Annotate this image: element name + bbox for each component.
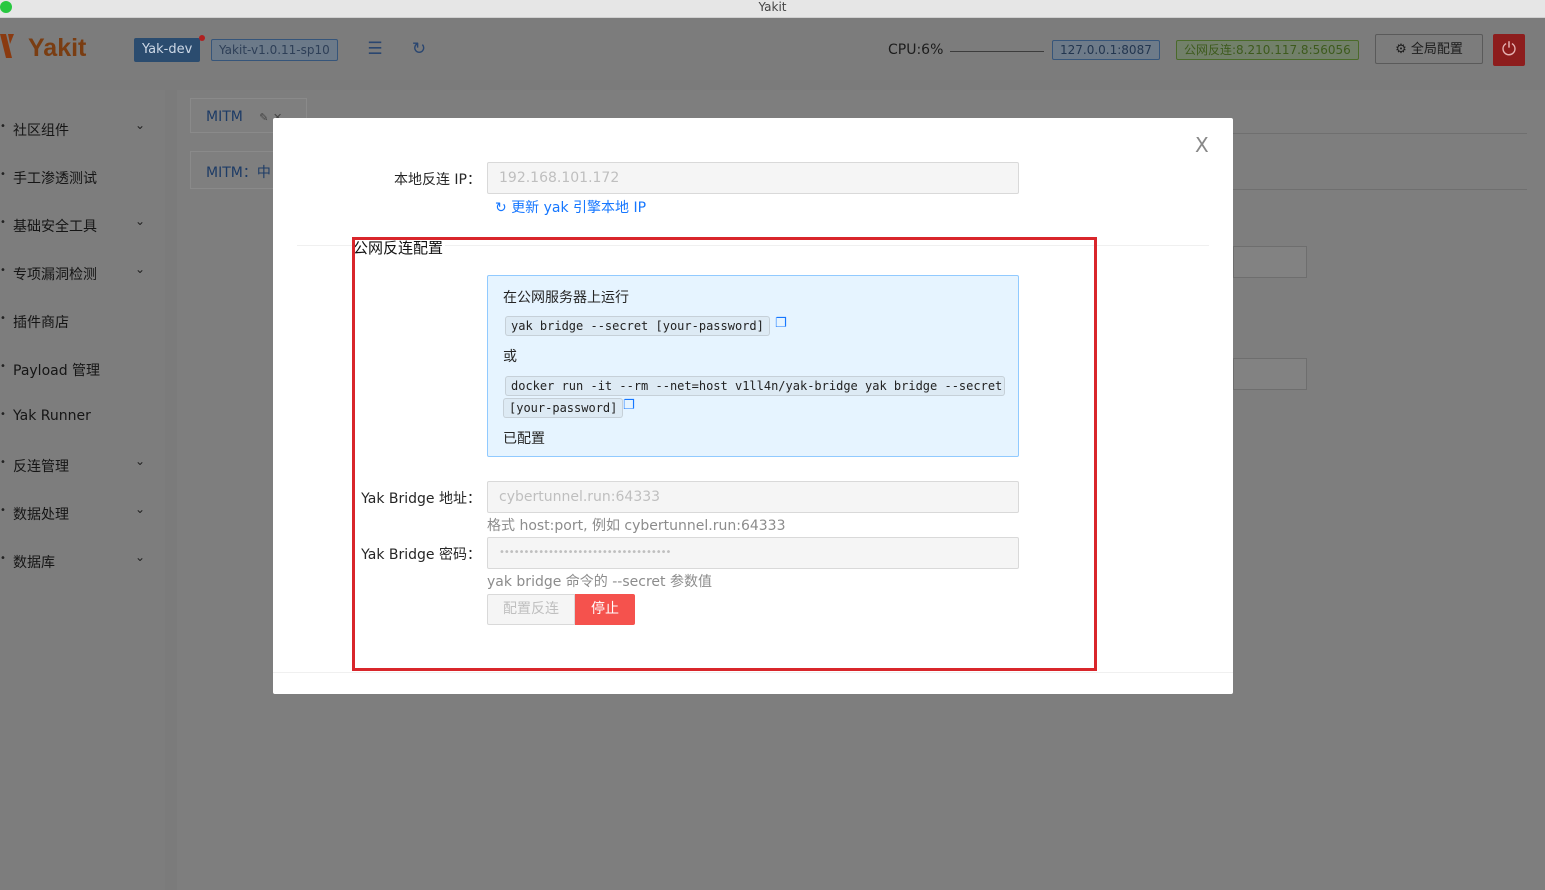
sidebar-bullet-icon: • [0, 505, 6, 516]
sidebar-bullet-icon: • [0, 121, 6, 132]
window-titlebar: Yakit [0, 0, 1545, 18]
reverse-config-modal: X 本地反连 IP： 192.168.101.172 ↻ 更新 yak 引擎本地… [273, 118, 1233, 694]
bridge-pwd-label: Yak Bridge 密码： [361, 547, 481, 563]
chevron-down-icon: ⌄ [135, 502, 146, 516]
sidebar-item-label: 插件商店 [13, 315, 69, 331]
tab-label: MITM：中 [206, 165, 271, 181]
sidebar-item-plugin-store[interactable]: • 插件商店 [0, 298, 160, 346]
sidebar-bullet-icon: • [0, 265, 6, 276]
refresh-ip-link[interactable]: ↻ 更新 yak 引擎本地 IP [495, 197, 646, 217]
window-title: Yakit [758, 0, 787, 14]
sidebar-item-manual-pentest[interactable]: • 手工渗透测试 [0, 154, 160, 202]
refresh-ip-label: 更新 yak 引擎本地 IP [511, 200, 647, 216]
command-code-2: docker run -it --rm --net=host v1ll4n/ya… [505, 376, 1005, 396]
sidebar-item-basic-tools[interactable]: • 基础安全工具 ⌄ [0, 202, 160, 250]
version-tag[interactable]: Yakit-v1.0.11-sp10 [211, 39, 338, 61]
edit-icon[interactable]: ✎ [259, 111, 268, 124]
info-title: 在公网服务器上运行 [503, 290, 629, 306]
bridge-addr-label: Yak Bridge 地址： [361, 491, 481, 507]
bridge-addr-input[interactable]: cybertunnel.run:64333 [487, 481, 1019, 513]
sidebar-item-payload[interactable]: • Payload 管理 [0, 346, 160, 394]
modal-footer-divider [273, 672, 1233, 673]
config-status: 已配置 [503, 431, 545, 447]
background-input [1233, 358, 1307, 390]
sidebar-bullet-icon: • [0, 169, 6, 180]
background-divider [1233, 133, 1527, 134]
command-code-2-cont: [your-password] [503, 398, 624, 418]
yakit-logo-icon [0, 34, 14, 58]
local-address-tag[interactable]: 127.0.0.1:8087 [1052, 40, 1160, 60]
menu-fold-icon[interactable]: ☰ [366, 40, 384, 58]
sidebar-item-reverse[interactable]: • 反连管理 ⌄ [0, 442, 160, 490]
bridge-pwd-help: yak bridge 命令的 --secret 参数值 [487, 574, 712, 590]
configure-reverse-button[interactable]: 配置反连 [487, 594, 575, 625]
reload-icon: ↻ [495, 200, 507, 216]
sidebar-bullet-icon: • [0, 361, 6, 372]
sidebar-item-vuln-detect[interactable]: • 专项漏洞检测 ⌄ [0, 250, 160, 298]
reload-icon[interactable]: ↻ [410, 40, 428, 58]
bridge-addr-help: 格式 host:port, 例如 cybertunnel.run:64333 [487, 518, 786, 534]
sidebar-item-label: Payload 管理 [13, 363, 101, 379]
copy-icon[interactable]: ❐ [775, 316, 787, 331]
sidebar-item-label: Yak Runner [13, 408, 91, 424]
command-code-1: yak bridge --secret [your-password] [505, 316, 770, 336]
sidebar-item-yak-runner[interactable]: • Yak Runner [0, 394, 160, 442]
chevron-down-icon: ⌄ [135, 118, 146, 132]
sidebar-bullet-icon: • [0, 313, 6, 324]
app-logo-text: Yakit [28, 34, 87, 62]
sidebar-item-data-processing[interactable]: • 数据处理 ⌄ [0, 490, 160, 538]
sidebar-bullet-icon: • [0, 553, 6, 564]
sidebar-bullet-icon: • [0, 409, 6, 420]
chevron-down-icon: ⌄ [135, 214, 146, 228]
sidebar-item-label: 数据处理 [13, 507, 69, 523]
section-title: 公网反连配置 [353, 237, 446, 258]
chevron-down-icon: ⌄ [135, 454, 146, 468]
stop-button[interactable]: 停止 [575, 594, 635, 625]
copy-icon[interactable]: ❐ [623, 398, 635, 413]
tab-label: MITM [206, 109, 243, 125]
sidebar-item-label: 反连管理 [13, 459, 69, 475]
engine-status-dot [199, 35, 205, 41]
info-or: 或 [503, 349, 517, 365]
local-ip-label: 本地反连 IP： [393, 172, 481, 188]
cpu-sparkline [950, 51, 1044, 52]
sidebar-item-label: 数据库 [13, 555, 55, 571]
engine-tag[interactable]: Yak-dev [134, 38, 201, 62]
bridge-pwd-input[interactable]: ••••••••••••••••••••••••••••••••••• [487, 537, 1019, 569]
cpu-usage: CPU:6% [888, 42, 944, 58]
sidebar-item-database[interactable]: • 数据库 ⌄ [0, 538, 160, 586]
sidebar-bullet-icon: • [0, 457, 6, 468]
sidebar-bullet-icon: • [0, 217, 6, 228]
public-reverse-tag[interactable]: 公网反连:8.210.117.8:56056 [1176, 40, 1359, 60]
sidebar-item-community[interactable]: • 社区组件 ⌄ [0, 106, 160, 154]
sidebar-item-label: 基础安全工具 [13, 219, 97, 235]
power-icon: ⏻ [1501, 39, 1517, 60]
background-divider [1233, 189, 1527, 190]
background-input [1233, 246, 1307, 278]
global-config-label: 全局配置 [1410, 42, 1463, 57]
sidebar-item-label: 社区组件 [13, 123, 69, 139]
sidebar-item-label: 手工渗透测试 [13, 171, 97, 187]
global-config-button[interactable]: ⚙ 全局配置 [1375, 34, 1483, 64]
local-ip-input[interactable]: 192.168.101.172 [487, 162, 1019, 194]
tab-mitm-sub[interactable]: MITM：中 [190, 151, 280, 189]
chevron-down-icon: ⌄ [135, 550, 146, 564]
modal-close-button[interactable]: X [1195, 134, 1209, 156]
chevron-down-icon: ⌄ [135, 262, 146, 276]
window-zoom-button[interactable] [0, 1, 12, 13]
bridge-info-alert: 在公网服务器上运行 yak bridge --secret [your-pass… [487, 275, 1019, 457]
gear-icon: ⚙ [1395, 42, 1407, 57]
sidebar-item-label: 专项漏洞检测 [13, 267, 97, 283]
power-button[interactable]: ⏻ [1493, 34, 1525, 66]
